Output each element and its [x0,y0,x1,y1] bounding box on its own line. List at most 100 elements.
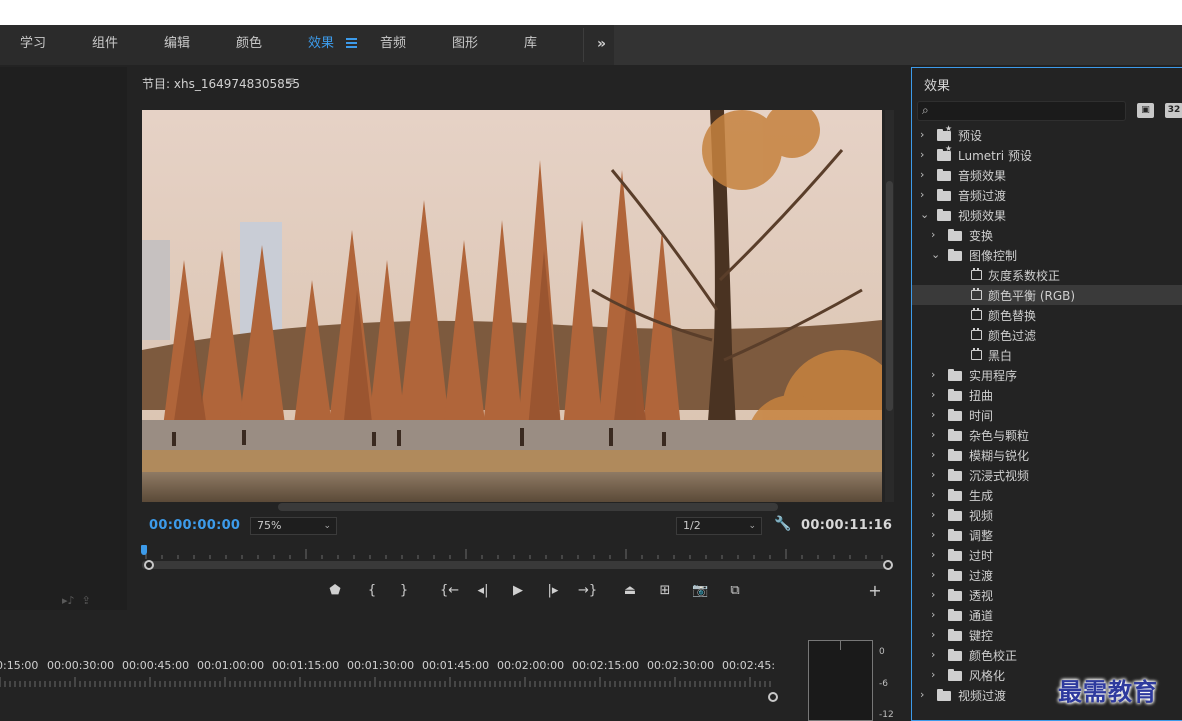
add-button-icon[interactable]: + [868,579,882,603]
chevron-down-icon[interactable]: ⌄ [931,248,940,261]
effects-folder[interactable]: › 视频 [912,505,1182,525]
go-to-in-icon[interactable]: {← [440,579,459,603]
chevron-right-icon[interactable]: › [920,168,924,181]
effects-folder[interactable]: › 实用程序 [912,365,1182,385]
effect-item[interactable]: 黑白 [912,345,1182,365]
chevron-right-icon[interactable]: › [931,648,935,661]
effects-folder[interactable]: › 音频过渡 [912,185,1182,205]
effect-item[interactable]: 颜色替换 [912,305,1182,325]
effects-folder[interactable]: › 变换 [912,225,1182,245]
in-point-knob[interactable] [144,560,154,570]
monitor-scrub-bar[interactable] [142,561,890,569]
playhead-marker[interactable] [141,545,147,555]
effects-folder[interactable]: › 沉浸式视频 [912,465,1182,485]
double-chevron-right-icon[interactable]: » [597,25,606,63]
effects-folder[interactable]: › 扭曲 [912,385,1182,405]
chevron-right-icon[interactable]: › [931,228,935,241]
effects-folder[interactable]: › 通道 [912,605,1182,625]
play-icon[interactable]: ▶ [510,579,526,603]
program-monitor-title[interactable]: 节目: xhs_1649748305855 [142,75,300,92]
chevron-right-icon[interactable]: › [931,408,935,421]
chevron-right-icon[interactable]: › [931,428,935,441]
effect-icon [971,288,982,300]
effects-folder[interactable]: › 杂色与颗粒 [912,425,1182,445]
horizontal-scrollbar-thumb[interactable] [278,503,778,511]
workspace-tab-audio[interactable]: 音频 [380,25,406,65]
effects-search-input[interactable]: ⌕ [917,101,1126,121]
add-marker-icon[interactable]: ⬟ [328,579,342,603]
chevron-right-icon[interactable]: › [931,668,935,681]
effect-item[interactable]: 颜色过滤 [912,325,1182,345]
program-video-frame[interactable] [142,110,882,502]
step-forward-icon[interactable]: |▸ [545,579,561,603]
camera-icon[interactable]: 📷 [692,579,708,603]
current-timecode[interactable]: 00:00:00:00 [149,518,240,533]
chevron-right-icon[interactable]: › [931,368,935,381]
chevron-right-icon[interactable]: › [920,688,924,701]
effects-folder[interactable]: ⌄ 图像控制 [912,245,1182,265]
workspace-tab-learn[interactable]: 学习 [20,25,46,65]
chevron-right-icon[interactable]: › [931,548,935,561]
effects-folder[interactable]: › 颜色校正 [912,645,1182,665]
mark-out-icon[interactable]: } [398,579,410,603]
workspace-tab-assembly[interactable]: 组件 [92,25,118,65]
wrench-icon[interactable]: 🔧 [774,516,791,532]
chevron-right-icon[interactable]: › [931,528,935,541]
effects-folder[interactable]: › 键控 [912,625,1182,645]
playback-resolution-value: 1/2 [683,519,701,532]
out-point-knob[interactable] [883,560,893,570]
chevron-right-icon[interactable]: › [931,388,935,401]
effects-folder[interactable]: › 调整 [912,525,1182,545]
comparison-view-icon[interactable]: ⧉ [726,579,744,603]
audio-meter-divider [840,640,841,650]
playback-resolution-select[interactable]: 1/2 ⌄ [676,517,762,535]
chevron-right-icon[interactable]: › [920,148,924,161]
folder-icon [948,369,962,381]
tree-item-label: 视频效果 [958,209,1007,223]
mark-in-icon[interactable]: { [366,579,378,603]
workspace-tab-color[interactable]: 颜色 [236,25,262,65]
workspace-tab-graphics[interactable]: 图形 [452,25,478,65]
timeline-zoom-knob[interactable] [768,692,778,702]
chevron-down-icon[interactable]: ⌄ [920,208,929,221]
step-back-icon[interactable]: ◂| [475,579,491,603]
effects-folder[interactable]: › 时间 [912,405,1182,425]
chevron-right-icon[interactable]: › [931,568,935,581]
go-to-out-icon[interactable]: →} [578,579,597,603]
monitor-time-ruler[interactable] [142,545,890,561]
chevron-right-icon[interactable]: › [931,508,935,521]
effects-folder[interactable]: › 模糊与锐化 [912,445,1182,465]
workspace-tab-effects[interactable]: 效果 [308,25,334,65]
workspace-tab-libraries[interactable]: 库 [524,25,537,65]
effects-panel-title[interactable]: 效果 [924,75,950,94]
chevron-right-icon[interactable]: › [920,128,924,141]
effects-folder[interactable]: › 预设 [912,124,1182,145]
workspace-tab-editing[interactable]: 编辑 [164,25,190,65]
source-panel-insert-icons[interactable]: ▸♪ ⇪ [62,594,91,607]
effect-item[interactable]: 灰度系数校正 [912,265,1182,285]
zoom-level-select[interactable]: 75% ⌄ [250,517,337,535]
effects-folder[interactable]: › Lumetri 预设 [912,144,1182,165]
timeline-ruler-ticks[interactable] [0,677,780,687]
chevron-right-icon[interactable]: › [920,188,924,201]
effects-folder[interactable]: › 音频效果 [912,165,1182,185]
panel-menu-icon[interactable]: ≡ [285,74,295,88]
32bit-effects-filter-button[interactable]: 32 [1165,103,1182,118]
accelerated-effects-filter-button[interactable]: ▣ [1137,103,1154,118]
chevron-right-icon[interactable]: › [931,608,935,621]
chevron-right-icon[interactable]: › [931,448,935,461]
effects-folder[interactable]: › 透视 [912,585,1182,605]
chevron-right-icon[interactable]: › [931,628,935,641]
vertical-scrollbar-thumb[interactable] [886,181,893,411]
effect-item[interactable]: 颜色平衡 (RGB) [912,285,1182,305]
chevron-right-icon[interactable]: › [931,488,935,501]
lift-icon[interactable]: ⏏ [620,579,640,603]
effects-folder[interactable]: › 生成 [912,485,1182,505]
effects-folder[interactable]: › 过时 [912,545,1182,565]
effects-folder[interactable]: ⌄ 视频效果 [912,205,1182,225]
workspace-menu-icon[interactable] [346,38,357,50]
effects-folder[interactable]: › 过渡 [912,565,1182,585]
extract-icon[interactable]: ⊞ [655,579,675,603]
chevron-right-icon[interactable]: › [931,468,935,481]
chevron-right-icon[interactable]: › [931,588,935,601]
